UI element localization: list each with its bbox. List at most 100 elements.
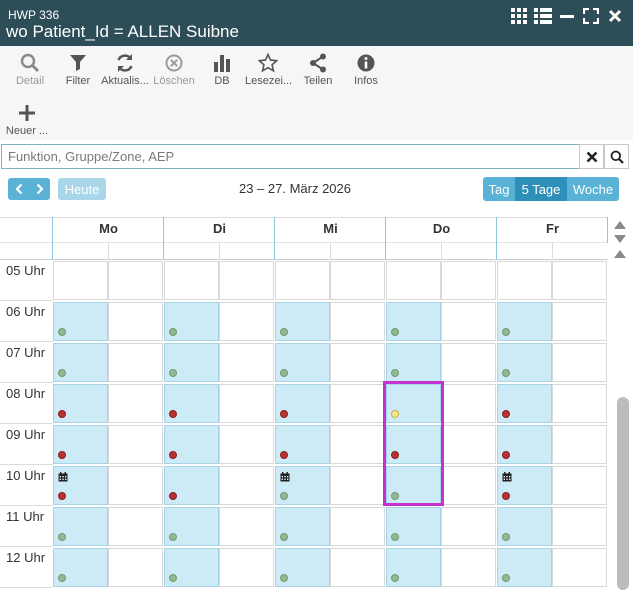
time-slot[interactable] <box>386 261 441 300</box>
time-slot[interactable] <box>330 302 385 341</box>
day-header-do[interactable]: Do <box>386 221 497 236</box>
booked-slot[interactable] <box>275 548 330 587</box>
booked-slot[interactable] <box>275 466 330 505</box>
list-view-icon[interactable] <box>533 7 553 25</box>
time-slot[interactable] <box>441 261 496 300</box>
booked-slot[interactable] <box>164 384 219 423</box>
booked-slot[interactable] <box>53 384 108 423</box>
time-slot[interactable] <box>108 548 163 587</box>
time-slot[interactable] <box>552 302 607 341</box>
time-slot[interactable] <box>108 302 163 341</box>
booked-slot[interactable] <box>53 548 108 587</box>
time-slot[interactable] <box>108 507 163 546</box>
booked-slot[interactable] <box>386 548 441 587</box>
search-button[interactable] <box>604 144 629 169</box>
time-slot[interactable] <box>330 425 385 464</box>
day-header-fr[interactable]: Fr <box>497 221 608 236</box>
booked-slot[interactable] <box>275 343 330 382</box>
calendar-scrollbar[interactable] <box>610 217 633 590</box>
time-slot[interactable] <box>219 384 274 423</box>
time-slot[interactable] <box>441 548 496 587</box>
time-slot[interactable] <box>441 302 496 341</box>
delete-button[interactable]: Löschen <box>153 52 195 92</box>
time-slot[interactable] <box>552 425 607 464</box>
time-slot[interactable] <box>219 302 274 341</box>
time-slot[interactable] <box>108 466 163 505</box>
booked-slot[interactable] <box>164 507 219 546</box>
view-5days-button[interactable]: 5 Tage <box>515 177 567 201</box>
day-header-mo[interactable]: Mo <box>53 221 164 236</box>
view-week-button[interactable]: Woche <box>567 177 619 201</box>
info-button[interactable]: Infos <box>350 52 382 92</box>
booked-slot[interactable] <box>53 507 108 546</box>
bookmark-button[interactable]: Lesezei... <box>245 52 292 92</box>
time-slot[interactable] <box>441 466 496 505</box>
booked-slot[interactable] <box>497 302 552 341</box>
booked-slot[interactable] <box>497 425 552 464</box>
booked-slot[interactable] <box>497 548 552 587</box>
booked-slot[interactable] <box>164 548 219 587</box>
new-button[interactable]: Neuer ... <box>4 102 50 142</box>
booked-slot[interactable] <box>497 343 552 382</box>
time-slot[interactable] <box>330 261 385 300</box>
close-icon[interactable] <box>605 7 625 25</box>
booked-slot[interactable] <box>386 343 441 382</box>
maximize-icon[interactable] <box>581 7 601 25</box>
time-slot[interactable] <box>441 343 496 382</box>
time-slot[interactable] <box>552 343 607 382</box>
time-slot[interactable] <box>552 384 607 423</box>
time-slot[interactable] <box>108 261 163 300</box>
minimize-icon[interactable] <box>557 7 577 25</box>
booked-slot[interactable] <box>275 384 330 423</box>
prev-button[interactable] <box>8 178 29 200</box>
time-slot[interactable] <box>330 548 385 587</box>
time-slot[interactable] <box>219 425 274 464</box>
detail-button[interactable]: Detail <box>10 52 50 92</box>
time-slot[interactable] <box>219 261 274 300</box>
time-slot[interactable] <box>275 261 330 300</box>
booked-slot[interactable] <box>53 466 108 505</box>
time-slot[interactable] <box>219 507 274 546</box>
view-day-button[interactable]: Tag <box>483 177 515 201</box>
next-button[interactable] <box>29 178 50 200</box>
booked-slot[interactable] <box>497 507 552 546</box>
time-slot[interactable] <box>219 466 274 505</box>
booked-slot[interactable] <box>164 343 219 382</box>
scroll-up-icon[interactable] <box>613 249 627 259</box>
time-slot[interactable] <box>53 261 108 300</box>
time-slot[interactable] <box>108 343 163 382</box>
booked-slot[interactable] <box>53 302 108 341</box>
clear-search-button[interactable] <box>579 144 604 169</box>
today-button[interactable]: Heute <box>58 178 106 200</box>
time-slot[interactable] <box>330 466 385 505</box>
booked-slot[interactable] <box>386 302 441 341</box>
time-slot[interactable] <box>441 384 496 423</box>
grid-view-icon[interactable] <box>509 7 529 25</box>
booked-slot[interactable] <box>275 425 330 464</box>
booked-slot[interactable] <box>53 343 108 382</box>
booked-slot[interactable] <box>497 466 552 505</box>
time-slot[interactable] <box>552 466 607 505</box>
time-slot[interactable] <box>441 507 496 546</box>
time-slot[interactable] <box>552 261 607 300</box>
time-slot[interactable] <box>219 343 274 382</box>
scroll-down-icon[interactable] <box>613 234 627 244</box>
share-button[interactable]: Teilen <box>302 52 334 92</box>
time-slot[interactable] <box>330 384 385 423</box>
time-slot[interactable] <box>164 261 219 300</box>
day-header-di[interactable]: Di <box>164 221 275 236</box>
time-slot[interactable] <box>219 548 274 587</box>
time-slot[interactable] <box>552 507 607 546</box>
booked-slot[interactable] <box>53 425 108 464</box>
time-slot[interactable] <box>108 425 163 464</box>
time-slot[interactable] <box>441 425 496 464</box>
time-slot[interactable] <box>108 384 163 423</box>
db-button[interactable]: DB <box>208 52 236 92</box>
scrollbar-thumb[interactable] <box>617 397 629 590</box>
scroll-top-icon[interactable] <box>613 220 627 230</box>
booked-slot[interactable] <box>275 507 330 546</box>
time-slot[interactable] <box>552 548 607 587</box>
time-slot[interactable] <box>330 507 385 546</box>
time-slot[interactable] <box>497 261 552 300</box>
refresh-button[interactable]: Aktualis... <box>101 52 149 92</box>
